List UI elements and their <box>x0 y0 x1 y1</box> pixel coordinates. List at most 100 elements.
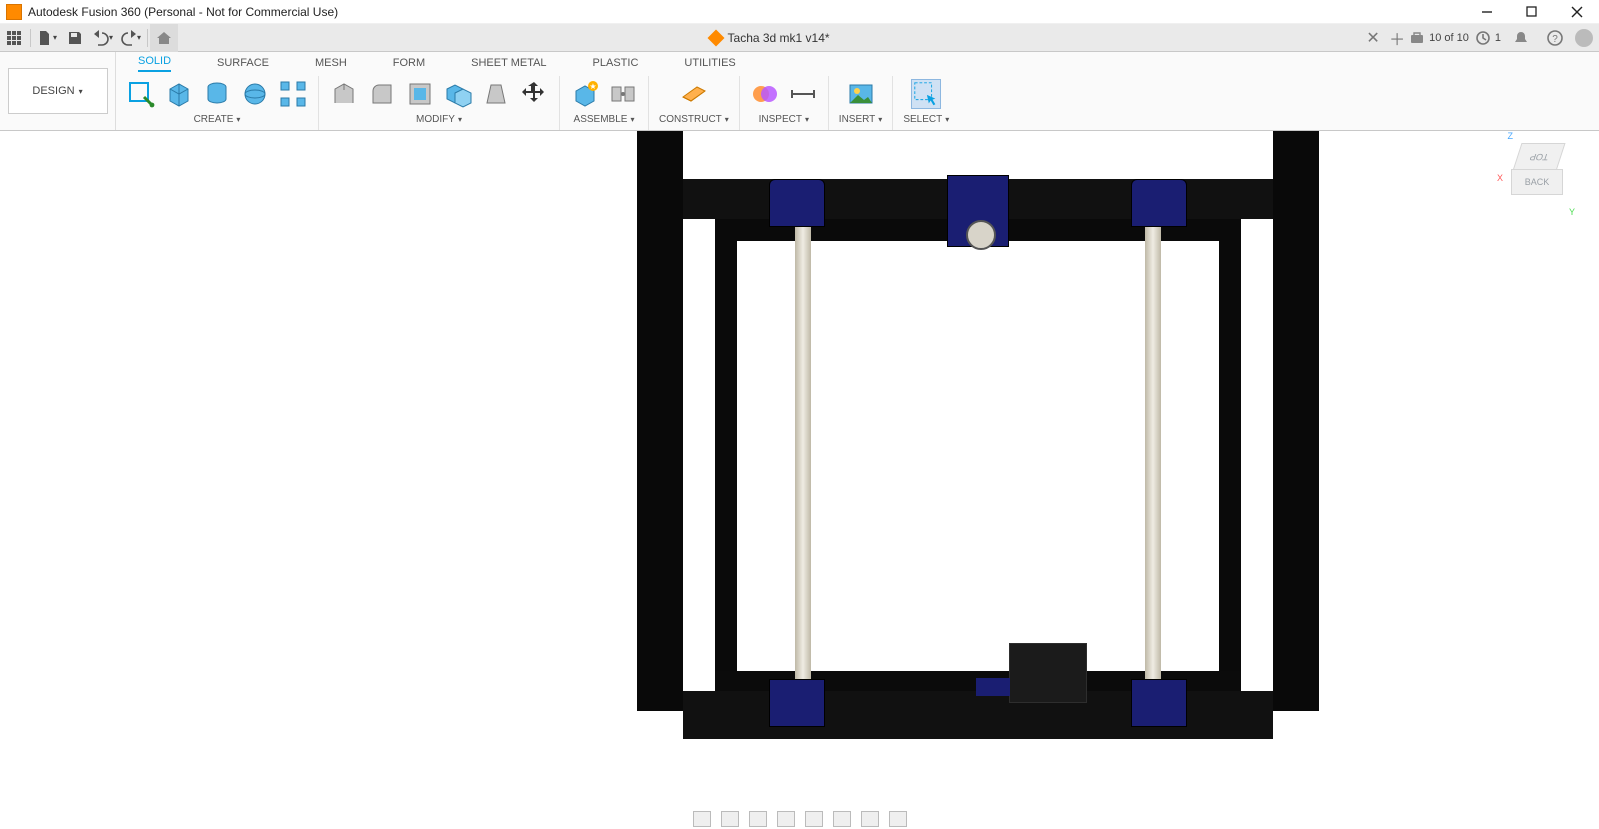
panel-create-label[interactable]: CREATE▾ <box>194 114 241 125</box>
display-settings-button[interactable] <box>833 811 851 827</box>
view-cube[interactable]: TOP BACK <box>1509 143 1567 213</box>
home-icon <box>156 30 172 46</box>
job-status-indicator[interactable]: 1 <box>1475 30 1501 46</box>
maximize-icon <box>1526 6 1537 17</box>
tab-utilities[interactable]: UTILITIES <box>684 57 735 72</box>
panel-assemble: ★ ASSEMBLE▾ <box>560 76 649 130</box>
document-cube-icon <box>707 29 724 46</box>
panel-create: CREATE▾ <box>116 76 319 130</box>
move-button[interactable] <box>519 79 549 109</box>
panel-inspect-label[interactable]: INSPECT▾ <box>759 114 809 125</box>
data-panel-button[interactable] <box>0 24 28 52</box>
press-pull-button[interactable] <box>329 79 359 109</box>
save-button[interactable] <box>61 24 89 52</box>
svg-text:★: ★ <box>589 82 596 91</box>
window-title: Autodesk Fusion 360 (Personal - Not for … <box>28 5 338 19</box>
navigation-toolbar <box>693 809 907 829</box>
orbit-button[interactable] <box>693 811 711 827</box>
joint-button[interactable] <box>608 79 638 109</box>
pan-button[interactable] <box>749 811 767 827</box>
bell-icon <box>1513 30 1529 46</box>
panel-assemble-label[interactable]: ASSEMBLE▾ <box>574 114 635 125</box>
close-icon <box>1571 6 1583 18</box>
panel-insert-label[interactable]: INSERT▾ <box>839 114 883 125</box>
minimize-icon <box>1481 6 1493 18</box>
zoom-button[interactable] <box>777 811 795 827</box>
tab-sheet-metal[interactable]: SHEET METAL <box>471 57 546 72</box>
viewport[interactable]: TOP BACK Z X Y <box>0 131 1599 829</box>
clock-icon <box>1475 30 1491 46</box>
notifications-button[interactable] <box>1507 24 1535 52</box>
grid-icon <box>6 30 22 46</box>
panel-inspect: INSPECT▾ <box>740 76 829 130</box>
file-menu-button[interactable]: ▾ <box>33 24 61 52</box>
look-at-button[interactable] <box>721 811 739 827</box>
panel-modify-label[interactable]: MODIFY▾ <box>416 114 462 125</box>
fillet-button[interactable] <box>367 79 397 109</box>
measure-button[interactable] <box>788 79 818 109</box>
panel-insert: INSERT▾ <box>829 76 894 130</box>
shell-button[interactable] <box>405 79 435 109</box>
viewports-button[interactable] <box>889 811 907 827</box>
create-sphere-button[interactable] <box>240 79 270 109</box>
construct-plane-button[interactable] <box>679 79 709 109</box>
window-minimize-button[interactable] <box>1464 0 1509 24</box>
interference-button[interactable] <box>750 79 780 109</box>
workspace-label: DESIGN <box>32 85 74 97</box>
undo-icon <box>93 30 109 46</box>
draft-button[interactable] <box>481 79 511 109</box>
document-name: Tacha 3d mk1 v14* <box>728 31 830 45</box>
create-cylinder-button[interactable] <box>202 79 232 109</box>
ribbon-panels: CREATE▾ MODIFY▾ ★ <box>116 72 1599 130</box>
tab-mesh[interactable]: MESH <box>315 57 347 72</box>
app-icon <box>6 4 22 20</box>
home-button[interactable] <box>150 24 178 52</box>
extension-icon <box>1409 30 1425 46</box>
environment-tabs: SOLID SURFACE MESH FORM SHEET METAL PLAS… <box>116 52 1599 72</box>
tab-solid[interactable]: SOLID <box>138 55 171 72</box>
document-tab[interactable]: Tacha 3d mk1 v14* <box>178 31 1361 45</box>
help-button[interactable]: ? <box>1541 24 1569 52</box>
ribbon: DESIGN▾ SOLID SURFACE MESH FORM SHEET ME… <box>0 52 1599 131</box>
new-component-button[interactable]: ★ <box>570 79 600 109</box>
window-close-button[interactable] <box>1554 0 1599 24</box>
window-titlebar: Autodesk Fusion 360 (Personal - Not for … <box>0 0 1599 24</box>
viewcube-top-face[interactable]: TOP <box>1512 143 1565 171</box>
workspace-switcher: DESIGN▾ <box>0 52 116 130</box>
combine-button[interactable] <box>443 79 473 109</box>
fit-button[interactable] <box>805 811 823 827</box>
tab-add-button[interactable]: ＋ <box>1385 26 1409 50</box>
axis-y-icon: Y <box>1569 207 1575 217</box>
tab-surface[interactable]: SURFACE <box>217 57 269 72</box>
tab-form[interactable]: FORM <box>393 57 425 72</box>
panel-select: SELECT▾ <box>893 76 959 130</box>
grid-settings-button[interactable] <box>861 811 879 827</box>
job-count: 1 <box>1495 32 1501 44</box>
create-pattern-button[interactable] <box>278 79 308 109</box>
panel-select-label[interactable]: SELECT▾ <box>903 114 949 125</box>
model <box>637 131 1319 781</box>
tab-plastic[interactable]: PLASTIC <box>593 57 639 72</box>
panel-construct-label[interactable]: CONSTRUCT▾ <box>659 114 729 125</box>
axis-x-icon: X <box>1497 173 1503 183</box>
panel-modify: MODIFY▾ <box>319 76 560 130</box>
help-icon: ? <box>1547 30 1563 46</box>
panel-construct: CONSTRUCT▾ <box>649 76 740 130</box>
viewcube-back-face[interactable]: BACK <box>1511 169 1563 195</box>
avatar-icon <box>1575 29 1593 47</box>
select-tool-button[interactable] <box>911 79 941 109</box>
window-maximize-button[interactable] <box>1509 0 1554 24</box>
undo-button[interactable]: ▾ <box>89 24 117 52</box>
file-icon <box>37 30 53 46</box>
redo-button[interactable]: ▾ <box>117 24 145 52</box>
create-box-button[interactable] <box>164 79 194 109</box>
redo-icon <box>121 30 137 46</box>
insert-decal-button[interactable] <box>846 79 876 109</box>
tab-close-button[interactable]: ✕ <box>1361 26 1385 50</box>
create-sketch-button[interactable] <box>126 79 156 109</box>
axis-z-icon: Z <box>1508 131 1514 141</box>
account-button[interactable] <box>1575 29 1593 47</box>
recovery-save-indicator[interactable]: 10 of 10 <box>1409 30 1469 46</box>
save-icon <box>67 30 83 46</box>
workspace-button[interactable]: DESIGN▾ <box>8 68 108 114</box>
